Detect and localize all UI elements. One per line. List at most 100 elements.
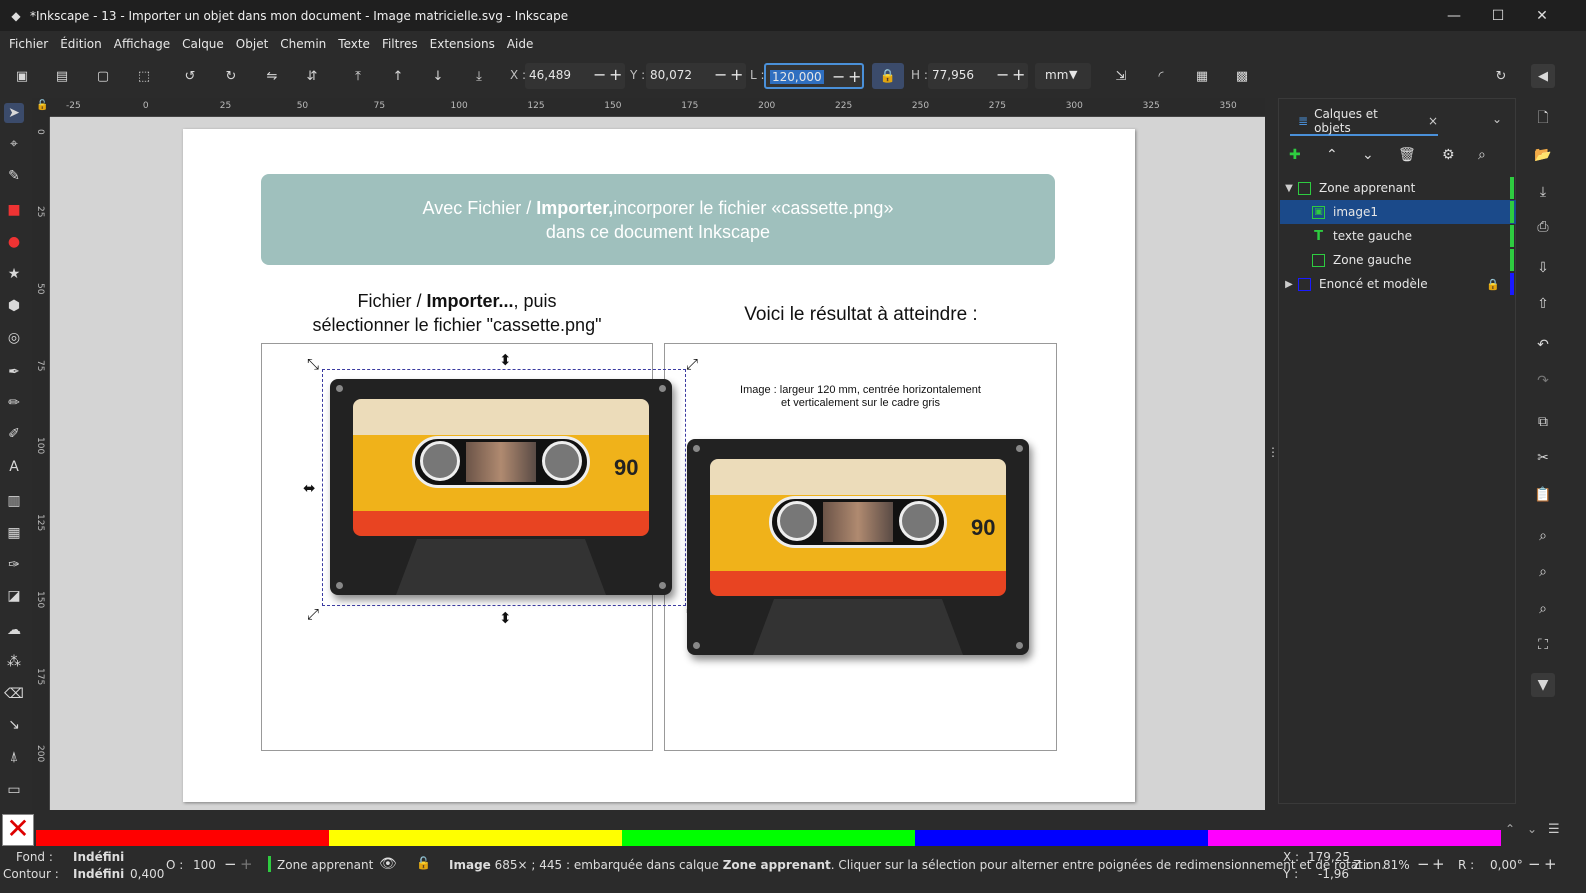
- eraser-tool-icon[interactable]: ⌫: [4, 684, 24, 704]
- menu-filtres[interactable]: Filtres: [377, 37, 423, 51]
- stroke-width[interactable]: 0,400: [130, 867, 164, 881]
- raise-to-top-icon[interactable]: ⤒: [348, 66, 368, 86]
- height-plus-icon[interactable]: +: [1012, 65, 1025, 84]
- zoom-drawing-icon[interactable]: ⌕: [1531, 560, 1555, 584]
- zoom-plus-icon[interactable]: +: [1432, 855, 1445, 873]
- resize-handle-n-icon[interactable]: ⬍: [499, 351, 512, 369]
- select-all-layers-icon[interactable]: ▤: [52, 66, 72, 86]
- y-minus-icon[interactable]: −: [714, 65, 727, 84]
- gradient-tool-icon[interactable]: ▥: [4, 491, 24, 511]
- copy-icon[interactable]: ⧉: [1531, 410, 1555, 434]
- import-icon[interactable]: ⇩: [1531, 256, 1555, 280]
- no-paint-icon[interactable]: ✕: [2, 814, 34, 846]
- swatch-green[interactable]: [622, 830, 915, 846]
- star-tool-icon[interactable]: ★: [4, 264, 24, 284]
- pencil-tool-icon[interactable]: ✏: [4, 393, 24, 413]
- layer-row-enonce-et-modele[interactable]: ▶ Enoncé et modèle 🔒: [1280, 272, 1516, 296]
- scale-stroke-icon[interactable]: ⇲: [1111, 66, 1131, 86]
- paint-bucket-tool-icon[interactable]: ◪: [4, 586, 24, 606]
- print-icon[interactable]: ⎙: [1531, 215, 1555, 239]
- guide-lock-icon[interactable]: 🔓: [36, 100, 48, 111]
- resize-handle-ne-icon[interactable]: ⤢: [686, 355, 698, 373]
- rotate-ccw-icon[interactable]: ↺: [180, 66, 200, 86]
- zoom-minus-icon[interactable]: −: [1417, 855, 1430, 873]
- new-document-icon[interactable]: 🗋: [1531, 107, 1555, 131]
- unit-select[interactable]: mm ▼: [1035, 63, 1091, 89]
- undo-icon[interactable]: ↶: [1531, 333, 1555, 357]
- deselect-icon[interactable]: ▢: [93, 66, 113, 86]
- height-field[interactable]: 77,956 − +: [928, 63, 1028, 89]
- menu-aide[interactable]: Aide: [502, 37, 539, 51]
- width-field[interactable]: 120,000 − +: [764, 63, 864, 89]
- canvas[interactable]: Avec Fichier / Importer,incorporer le fi…: [50, 117, 1265, 810]
- search-icon[interactable]: ⌕: [1478, 147, 1486, 163]
- layer-unlock-icon[interactable]: 🔓: [416, 856, 431, 870]
- node-tool-icon[interactable]: ⌖: [4, 134, 24, 154]
- x-plus-icon[interactable]: +: [609, 65, 622, 84]
- 3d-box-tool-icon[interactable]: ⬢: [4, 296, 24, 316]
- rectangle-tool-icon[interactable]: ■: [4, 200, 24, 220]
- zoom-value[interactable]: 81%: [1383, 858, 1410, 872]
- menu-fichier[interactable]: Fichier: [4, 37, 53, 51]
- ellipse-tool-icon[interactable]: ●: [4, 232, 24, 252]
- lower-icon[interactable]: ↓: [428, 66, 448, 86]
- menu-extensions[interactable]: Extensions: [425, 37, 500, 51]
- resize-handle-nw-icon[interactable]: ⤡: [307, 355, 319, 373]
- height-minus-icon[interactable]: −: [996, 65, 1009, 84]
- panel-splitter-icon[interactable]: ⋮: [1267, 445, 1279, 459]
- resize-handle-s-icon[interactable]: ⬍: [499, 609, 512, 627]
- opacity-value[interactable]: 100: [193, 858, 216, 872]
- lock-ratio-icon[interactable]: 🔒: [872, 63, 904, 89]
- vertical-ruler[interactable]: 0 25 50 75 100 125 150 175 200: [32, 117, 50, 810]
- maximize-icon[interactable]: ☐: [1476, 0, 1520, 31]
- raise-icon[interactable]: ↑: [388, 66, 408, 86]
- current-layer[interactable]: Zone apprenant: [277, 858, 373, 872]
- menu-affichage[interactable]: Affichage: [109, 37, 175, 51]
- move-down-icon[interactable]: ⌄: [1362, 147, 1374, 163]
- lower-to-bottom-icon[interactable]: ⤓: [469, 66, 489, 86]
- expand-chevron-icon[interactable]: ▼: [1280, 183, 1298, 194]
- connector-tool-icon[interactable]: ↘: [4, 715, 24, 735]
- menu-objet[interactable]: Objet: [231, 37, 273, 51]
- zoom-width-icon[interactable]: ⛶: [1531, 633, 1555, 657]
- lock-icon[interactable]: 🔒: [1486, 278, 1500, 291]
- scale-corners-icon[interactable]: ◜: [1151, 66, 1171, 86]
- add-layer-icon[interactable]: ✚: [1289, 147, 1301, 163]
- collapsed-chevron-icon[interactable]: ▶: [1280, 279, 1298, 290]
- minimize-icon[interactable]: —: [1432, 0, 1476, 31]
- snap-icon[interactable]: ↻: [1491, 66, 1511, 86]
- palette-menu-icon[interactable]: ☰: [1548, 822, 1560, 837]
- resize-handle-sw-icon[interactable]: ⤢: [307, 605, 319, 623]
- menu-edition[interactable]: Édition: [55, 37, 107, 51]
- move-patterns-icon[interactable]: ▩: [1232, 66, 1252, 86]
- tweak2-tool-icon[interactable]: ☁: [4, 620, 24, 640]
- flip-vertical-icon[interactable]: ⇵: [302, 66, 322, 86]
- paste-icon[interactable]: 📋: [1531, 483, 1555, 507]
- swatch-yellow[interactable]: [329, 830, 622, 846]
- zoom-page-icon[interactable]: ⌕: [1531, 597, 1555, 621]
- rotate-cw-icon[interactable]: ↻: [221, 66, 241, 86]
- menu-calque[interactable]: Calque: [177, 37, 229, 51]
- save-icon[interactable]: ⤓: [1531, 180, 1555, 204]
- text-tool-icon[interactable]: A: [4, 457, 24, 477]
- rotate-plus-icon[interactable]: +: [1544, 855, 1557, 873]
- x-minus-icon[interactable]: −: [593, 65, 606, 84]
- measure-tool-icon[interactable]: ⍋: [4, 747, 24, 767]
- zoom-selection-icon[interactable]: ⌕: [1531, 524, 1555, 548]
- mesh-tool-icon[interactable]: ▦: [4, 523, 24, 543]
- select-all-icon[interactable]: ▣: [12, 66, 32, 86]
- rotate-minus-icon[interactable]: −: [1528, 855, 1541, 873]
- swatch-magenta[interactable]: [1208, 830, 1501, 846]
- calligraphy-tool-icon[interactable]: ✐: [4, 424, 24, 444]
- fill-value[interactable]: Indéfini: [73, 850, 124, 864]
- horizontal-ruler[interactable]: -25 0 25 50 75 100 125 150 175 200 225 250 275 300 325…: [50, 98, 1265, 117]
- move-up-icon[interactable]: ⌃: [1326, 147, 1338, 163]
- stroke-value[interactable]: Indéfini: [73, 867, 124, 881]
- y-plus-icon[interactable]: +: [730, 65, 743, 84]
- pages-tool-icon[interactable]: ▭: [4, 780, 24, 800]
- layer-row-zone-gauche[interactable]: Zone gauche: [1280, 248, 1516, 272]
- opacity-plus-icon[interactable]: +: [240, 855, 253, 873]
- tab-close-icon[interactable]: ×: [1428, 114, 1438, 128]
- palette-scroll-down-icon[interactable]: ⌄: [1527, 822, 1537, 836]
- palette-scroll-up-icon[interactable]: ⌃: [1505, 822, 1515, 836]
